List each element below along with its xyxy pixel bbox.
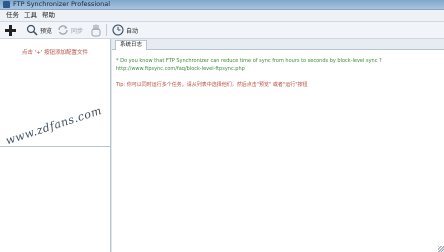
- menu-bar: 任务 工具 帮助: [0, 10, 444, 22]
- window-title: FTP Synchronizer Professional: [13, 0, 111, 8]
- sync-button[interactable]: 同步: [57, 23, 83, 37]
- magnifier-icon: [26, 24, 38, 36]
- plus-icon: [5, 24, 16, 36]
- resize-grip[interactable]: [438, 246, 444, 252]
- menu-help[interactable]: 帮助: [42, 11, 55, 20]
- auto-label: 自动: [126, 27, 139, 35]
- log-panel: 系统日志 * Do you know that FTP Synchronizer…: [112, 39, 444, 252]
- profile-list-panel[interactable]: 点击 '+' 按钮添加配置文件 www.zdfans.com: [0, 39, 111, 252]
- menu-tools[interactable]: 工具: [24, 11, 37, 20]
- toolbar: 预览 同步 自动: [0, 22, 444, 39]
- sync-label: 同步: [71, 27, 84, 35]
- toolbar-separator: [106, 24, 107, 36]
- app-icon: [3, 1, 10, 8]
- preview-label: 预览: [40, 27, 53, 35]
- menu-task[interactable]: 任务: [6, 11, 19, 20]
- preview-button[interactable]: 预览: [26, 23, 52, 37]
- auto-button[interactable]: 自动: [112, 23, 138, 37]
- sync-icon: [58, 25, 68, 35]
- watermark: www.zdfans.com: [4, 103, 104, 148]
- title-bar: FTP Synchronizer Professional: [0, 0, 444, 10]
- log-tip-2: Tip: 你可以同时运行多个任务。请从列表中选择他们，然后点击"预览" 或者"运…: [116, 82, 308, 88]
- clock-icon: [112, 24, 124, 36]
- hand-icon: [91, 24, 101, 36]
- log-tip-1-url[interactable]: http://www.ftpsync.com/faq/block-level-f…: [116, 66, 245, 72]
- add-profile-hint: 点击 '+' 按钮添加配置文件: [21, 50, 89, 56]
- stop-button[interactable]: [90, 23, 102, 37]
- add-button[interactable]: [4, 23, 17, 37]
- log-tip-1: * Do you know that FTP Synchronizer can …: [116, 58, 382, 64]
- log-tab-bar: 系统日志: [112, 39, 444, 50]
- tab-system-log[interactable]: 系统日志: [115, 40, 148, 50]
- profile-list[interactable]: 点击 '+' 按钮添加配置文件 www.zdfans.com: [0, 39, 110, 147]
